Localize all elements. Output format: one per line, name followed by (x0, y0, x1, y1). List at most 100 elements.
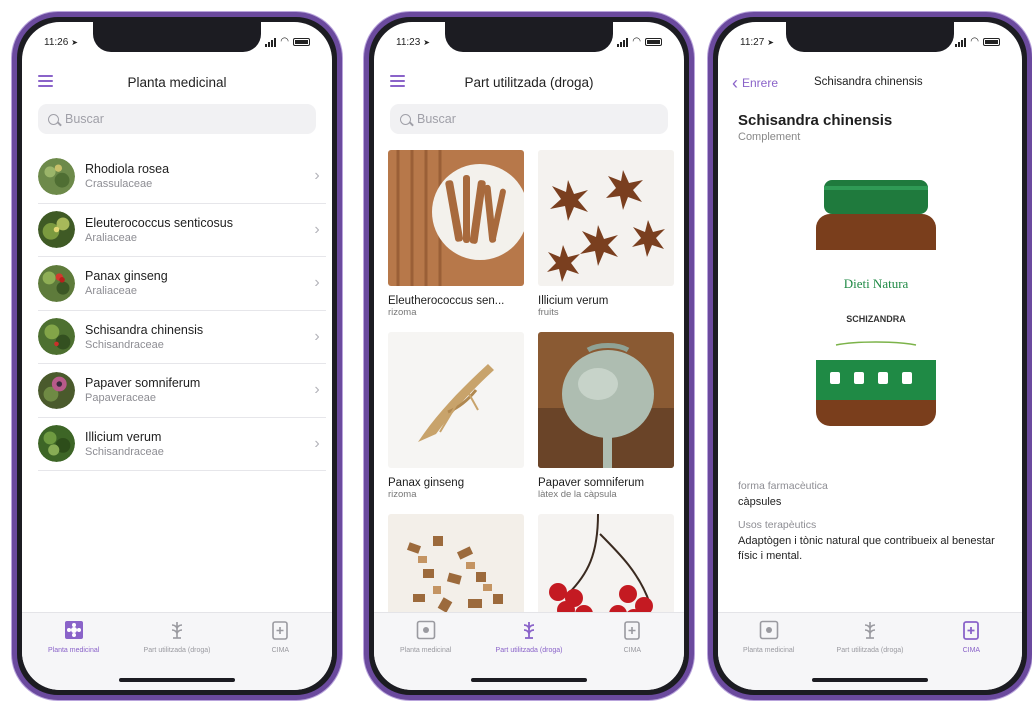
field-label: Usos terapèutics (738, 519, 817, 532)
list-item[interactable]: Papaver somniferum Papaveraceae › (38, 364, 326, 418)
tab-label: CIMA (623, 647, 642, 654)
tab-planta-medicinal[interactable]: Planta medicinal (22, 619, 125, 690)
phone-detail: 11:27 ➤ ◠ ‹ Enrere Schisandra chinensis S… (708, 12, 1032, 700)
wifi-icon: ◠ (970, 36, 979, 47)
phone-planta-medicinal: 11:26➤ ◠ Planta medicinal Rhodiola rosea… (12, 12, 342, 700)
detail-category: Complement (738, 131, 801, 143)
tab-planta-medicinal[interactable]: Planta medicinal (374, 619, 477, 690)
tab-bar: Planta medicinal Part utilitzada (droga)… (374, 612, 684, 690)
item-subtitle: Crassulaceae (85, 178, 153, 191)
grid-card[interactable]: Panax ginseng rizoma (388, 332, 524, 500)
product-image: Dieti Natura SCHIZANDRA (816, 180, 936, 426)
medicine-tab-icon (963, 621, 980, 640)
drug-grid: Eleutherococcus sen... rizoma Illicium v… (388, 144, 674, 620)
plant-thumbnail (38, 318, 75, 356)
status-time: 11:23 ➤ (396, 36, 430, 48)
card-title: Illicium verum (538, 295, 609, 307)
screen: 11:26➤ ◠ Planta medicinal Rhodiola rosea… (22, 22, 332, 690)
chevron-right-icon: › (314, 434, 320, 452)
notch (93, 22, 261, 52)
card-title: Papaver somniferum (538, 477, 645, 489)
card-subtitle: fruits (538, 307, 559, 318)
detail-title: Schisandra chinensis (738, 112, 893, 129)
tab-cima[interactable]: CIMA (581, 619, 684, 690)
tab-label: Planta medicinal (47, 647, 100, 654)
search-icon (400, 113, 411, 125)
plant-thumbnail (38, 157, 75, 195)
list-item[interactable]: Schisandra chinensis Schisandraceae › (38, 311, 326, 364)
plant-thumbnail (38, 371, 75, 409)
search-icon (48, 113, 59, 125)
herb-tab-icon (171, 622, 183, 639)
phone-part-utilitzada: 11:23➤ ◠ Part utilitzada (droga) Eleuthe… (364, 12, 694, 700)
card-title: Eleutherococcus sen... (388, 295, 505, 307)
card-image (538, 150, 674, 286)
search-input[interactable] (417, 112, 658, 126)
medicine-tab-icon (272, 621, 289, 640)
grid-card[interactable]: Eleutherococcus sen... rizoma (388, 150, 528, 318)
item-subtitle: Araliaceae (85, 285, 137, 298)
grid-card[interactable] (388, 514, 524, 620)
home-indicator (119, 678, 235, 682)
notch (786, 22, 954, 52)
card-image (538, 513, 674, 620)
grid-card[interactable]: Illicium verum fruits (538, 150, 674, 318)
item-subtitle: Araliaceae (85, 231, 137, 244)
tab-planta-medicinal[interactable]: Planta medicinal (718, 619, 819, 690)
menu-icon[interactable] (390, 75, 405, 87)
back-button[interactable]: ‹ Enrere (732, 74, 778, 92)
notch (445, 22, 613, 52)
tab-label: Part utilitzada (droga) (836, 647, 904, 654)
tab-cima[interactable]: CIMA (229, 619, 332, 690)
battery-icon (983, 38, 1000, 46)
list-item[interactable]: Rhodiola rosea Crassulaceae › (38, 150, 326, 204)
search-input[interactable] (65, 112, 306, 126)
chevron-right-icon: › (314, 381, 320, 399)
nav-bar: Part utilitzada (droga) (374, 66, 684, 98)
card-image (388, 332, 524, 468)
search-bar[interactable] (390, 104, 668, 134)
tab-label: Part utilitzada (droga) (495, 647, 563, 654)
plant-thumbnail (38, 211, 75, 249)
signal-icon (955, 37, 967, 47)
detail-fields: forma farmacèutica càpsules Usos terapèu… (738, 470, 1004, 563)
product-name: SCHIZANDRA (846, 314, 906, 324)
nav-bar: ‹ Enrere Schisandra chinensis (718, 66, 1022, 98)
item-title: Rhodiola rosea (85, 162, 170, 177)
tab-bar: Planta medicinal Part utilitzada (droga)… (22, 612, 332, 690)
card-subtitle: rizoma (388, 307, 417, 318)
nav-bar: Planta medicinal (22, 66, 332, 98)
list-item[interactable]: Illicium verum Schisandraceae › (38, 418, 326, 471)
list-item[interactable]: Eleuterococcus senticosus Araliaceae › (38, 204, 326, 257)
detail-header: Schisandra chinensis Complement (738, 112, 892, 143)
home-indicator (471, 678, 587, 682)
card-image (538, 332, 674, 468)
item-title: Papaver somniferum (85, 376, 201, 391)
grid-card[interactable]: Papaver somniferum làtex de la càpsula (538, 332, 674, 500)
card-subtitle: làtex de la càpsula (538, 489, 617, 500)
menu-icon[interactable] (38, 75, 53, 87)
medicine-tab-icon (624, 621, 641, 640)
plant-thumbnail (38, 425, 75, 463)
chevron-left-icon: ‹ (732, 73, 738, 93)
screen: 11:27 ➤ ◠ ‹ Enrere Schisandra chinensis S… (718, 22, 1022, 690)
field-value: càpsules (738, 496, 782, 508)
search-bar[interactable] (38, 104, 316, 134)
item-title: Schisandra chinensis (85, 322, 204, 337)
status-time: 11:26 ➤ (44, 36, 78, 48)
grid-card[interactable] (538, 513, 674, 620)
tab-label: CIMA (962, 647, 981, 654)
plant-list: Rhodiola rosea Crassulaceae › Eleuterococ… (38, 150, 326, 471)
card-image (388, 514, 524, 620)
signal-icon (265, 37, 277, 47)
signal-icon (617, 37, 629, 47)
list-item[interactable]: Panax ginseng Araliaceae › (38, 257, 326, 311)
tab-label: Part utilitzada (droga) (143, 647, 211, 654)
item-title: Illicium verum (85, 429, 162, 444)
app-showcase: 11:26➤ ◠ Planta medicinal Rhodiola rosea… (0, 0, 1032, 706)
field-value: Adaptògen i tònic natural que contribuei… (738, 535, 995, 562)
plant-thumbnail (38, 264, 75, 302)
plant-tab-icon (64, 621, 83, 639)
tab-cima[interactable]: CIMA (921, 619, 1022, 690)
field-label: forma farmacèutica (738, 480, 828, 492)
